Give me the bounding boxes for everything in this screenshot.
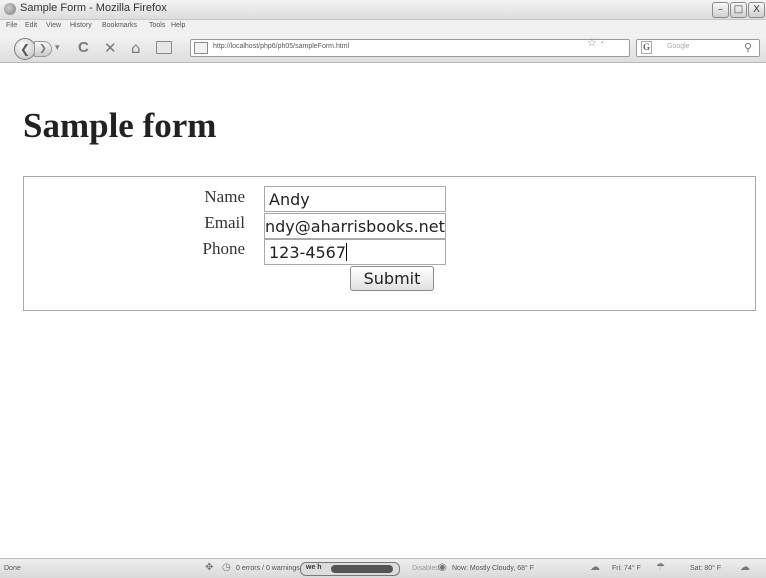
- bookmark-star-icon[interactable]: ☆ ·: [587, 36, 604, 49]
- submit-button[interactable]: Submit: [350, 266, 434, 291]
- sample-form: Name Andy Email ndy@aharrisbooks.net Pho…: [23, 176, 756, 311]
- url-text[interactable]: http://localhost/php6/ph05/sampleForm.ht…: [213, 43, 349, 50]
- forward-button[interactable]: ❯: [34, 41, 52, 57]
- url-bar[interactable]: http://localhost/php6/ph05/sampleForm.ht…: [190, 39, 630, 57]
- page-heading: Sample form: [23, 106, 217, 145]
- globe-icon: ◉: [438, 562, 447, 573]
- weather-now[interactable]: Now: Mostly Cloudy, 68° F: [452, 565, 534, 572]
- weather-friday[interactable]: Fri: 74° F: [612, 565, 641, 572]
- close-button[interactable]: X: [748, 2, 765, 18]
- phone-input[interactable]: 123-4567: [264, 239, 446, 265]
- stop-icon[interactable]: ✕: [104, 40, 117, 56]
- google-engine-icon[interactable]: G: [641, 41, 653, 54]
- email-input[interactable]: ndy@aharrisbooks.net: [264, 213, 446, 239]
- validator-icon[interactable]: ◷: [222, 562, 231, 573]
- plugin-icon[interactable]: ✥: [205, 562, 213, 573]
- title-bar: Sample Form - Mozilla Firefox – □ X: [0, 0, 766, 20]
- maximize-button[interactable]: □: [730, 2, 747, 18]
- page-content: Sample form Name Andy Email ndy@aharrisb…: [0, 63, 766, 558]
- bookmark-page-icon[interactable]: [156, 41, 172, 54]
- search-icon[interactable]: ⚲: [744, 41, 752, 54]
- phone-label: Phone: [202, 239, 246, 258]
- webdev-label: we h: [306, 564, 322, 571]
- menu-bar: File Edit View History Bookmarks Tools H…: [0, 20, 766, 34]
- error-count[interactable]: 0 errors / 0 warnings: [236, 565, 300, 572]
- menu-view[interactable]: View: [46, 22, 61, 29]
- weather-saturday[interactable]: Sat: 80° F: [690, 565, 721, 572]
- menu-bookmarks[interactable]: Bookmarks: [102, 22, 137, 29]
- email-label: Email: [204, 213, 245, 232]
- menu-tools[interactable]: Tools: [149, 22, 165, 29]
- web-developer-badge[interactable]: we h: [300, 562, 400, 576]
- partly-cloudy-icon: ☁: [740, 562, 750, 573]
- name-input[interactable]: Andy: [264, 186, 446, 212]
- navigation-toolbar: ❮ ❯ ▾ C ✕ ⌂ http://localhost/php6/ph05/s…: [0, 34, 766, 63]
- browser-window: Sample Form - Mozilla Firefox – □ X File…: [0, 0, 766, 578]
- home-icon[interactable]: ⌂: [131, 40, 141, 56]
- text-caret: [346, 243, 348, 261]
- minimize-button[interactable]: –: [712, 2, 729, 18]
- back-button[interactable]: ❮: [14, 38, 36, 60]
- rain-cloud-icon: ☂: [656, 562, 665, 573]
- firefox-app-icon: [4, 3, 16, 15]
- reload-icon[interactable]: C: [78, 40, 89, 56]
- menu-help[interactable]: Help: [171, 22, 185, 29]
- menu-edit[interactable]: Edit: [25, 22, 37, 29]
- webdev-bar: [331, 565, 393, 573]
- disabled-label[interactable]: Disabled: [412, 565, 439, 572]
- page-favicon-icon: [194, 42, 208, 54]
- cloud-icon: ☁: [590, 562, 600, 573]
- name-label: Name: [204, 187, 245, 206]
- search-box[interactable]: G Google ⚲: [636, 39, 760, 57]
- menu-history[interactable]: History: [70, 22, 92, 29]
- history-dropdown-icon[interactable]: ▾: [55, 40, 60, 56]
- window-title: Sample Form - Mozilla Firefox: [20, 2, 167, 14]
- phone-value: 123-4567: [269, 243, 347, 262]
- menu-file[interactable]: File: [6, 22, 17, 29]
- search-placeholder: Google: [667, 43, 690, 50]
- status-text: Done: [4, 565, 21, 572]
- status-bar: Done ✥ ◷ 0 errors / 0 warnings we h Disa…: [0, 558, 766, 578]
